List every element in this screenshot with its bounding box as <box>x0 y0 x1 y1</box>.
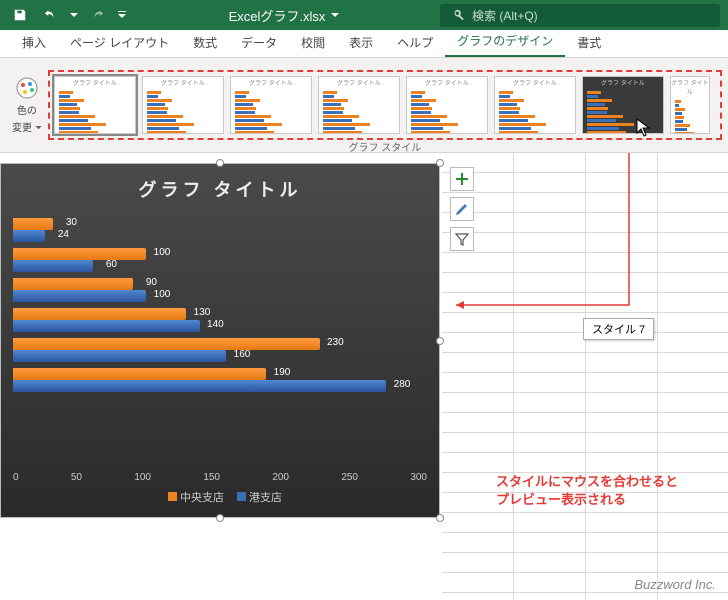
style-tooltip: スタイル 7 <box>583 318 654 340</box>
chart-side-buttons <box>450 167 474 251</box>
tab-data[interactable]: データ <box>229 28 289 57</box>
chart-styles-gallery: グラフ タイトルグラフ タイトルグラフ タイトルグラフ タイトルグラフ タイトル… <box>48 70 722 140</box>
undo-dropdown[interactable] <box>68 3 80 27</box>
undo-button[interactable] <box>38 3 62 27</box>
chart-style-thumb-4[interactable]: グラフ タイトル <box>318 76 400 134</box>
watermark: Buzzword Inc. <box>634 577 716 592</box>
bar-中央支店-4[interactable]: 230 <box>13 338 320 350</box>
redo-button[interactable] <box>86 3 110 27</box>
bar-港支店-2[interactable]: 100 <box>13 290 146 302</box>
search-icon <box>452 8 466 22</box>
tab-chart-design[interactable]: グラフのデザイン <box>445 26 565 57</box>
filename: Excelグラフ.xlsx <box>229 6 326 25</box>
mouse-cursor <box>636 118 652 138</box>
quick-access-toolbar <box>0 3 136 27</box>
chart-body: グラフ タイトル 3024100609010013014023016019028… <box>1 164 439 517</box>
bar-中央支店-5[interactable]: 190 <box>13 368 266 380</box>
bar-中央支店-0[interactable]: 30 <box>13 218 53 230</box>
chart-style-thumb-1[interactable]: グラフ タイトル <box>54 76 136 134</box>
legend-swatch-minato <box>237 492 246 501</box>
title-bar: Excelグラフ.xlsx 検索 (Alt+Q) <box>0 0 728 30</box>
ribbon-content: 色の 変更 グラフ タイトルグラフ タイトルグラフ タイトルグラフ タイトルグラ… <box>0 58 728 153</box>
bar-港支店-3[interactable]: 140 <box>13 320 200 332</box>
bar-港支店-1[interactable]: 60 <box>13 260 93 272</box>
legend-swatch-chuo <box>168 492 177 501</box>
chart-filters-button[interactable] <box>450 227 474 251</box>
change-colors-button[interactable]: 色の 変更 <box>6 72 48 138</box>
bar-中央支店-3[interactable]: 130 <box>13 308 186 320</box>
tab-review[interactable]: 校閲 <box>289 28 337 57</box>
bar-港支店-4[interactable]: 160 <box>13 350 226 362</box>
bar-港支店-5[interactable]: 280 <box>13 380 386 392</box>
chart-style-thumb-6[interactable]: グラフ タイトル <box>494 76 576 134</box>
tab-formulas[interactable]: 数式 <box>181 28 229 57</box>
search-placeholder: 検索 (Alt+Q) <box>472 7 538 24</box>
chart-x-axis: 050100150200250300 <box>13 468 427 483</box>
tab-view[interactable]: 表示 <box>337 28 385 57</box>
bar-港支店-0[interactable]: 24 <box>13 230 45 242</box>
chart-elements-button[interactable] <box>450 167 474 191</box>
chart-style-thumb-8[interactable]: グラフ タイトル <box>670 76 710 134</box>
chart-styles-button[interactable] <box>450 197 474 221</box>
chart-legend[interactable]: 中央支店 港支店 <box>13 483 427 505</box>
document-title: Excelグラフ.xlsx <box>136 6 432 25</box>
ribbon-tabs: 挿入 ページ レイアウト 数式 データ 校閲 表示 ヘルプ グラフのデザイン 書… <box>0 30 728 58</box>
chart-plot-area[interactable]: 30241006090100130140230160190280 <box>13 212 427 468</box>
worksheet-area[interactable]: グラフ タイトル 3024100609010013014023016019028… <box>0 153 728 600</box>
chart-title[interactable]: グラフ タイトル <box>13 176 427 202</box>
bar-中央支店-2[interactable]: 90 <box>13 278 133 290</box>
bar-中央支店-1[interactable]: 100 <box>13 248 146 260</box>
chevron-down-icon <box>331 11 339 19</box>
tab-page-layout[interactable]: ページ レイアウト <box>58 28 181 57</box>
tab-help[interactable]: ヘルプ <box>385 28 445 57</box>
palette-icon <box>15 76 39 100</box>
chart-style-thumb-5[interactable]: グラフ タイトル <box>406 76 488 134</box>
chart-style-thumb-3[interactable]: グラフ タイトル <box>230 76 312 134</box>
chart-styles-label: グラフ スタイル <box>349 139 422 154</box>
save-button[interactable] <box>8 3 32 27</box>
chart-style-thumb-2[interactable]: グラフ タイトル <box>142 76 224 134</box>
customize-qat-dropdown[interactable] <box>116 3 128 27</box>
annotation-text: スタイルにマウスを合わせると プレビュー表示される <box>496 473 678 509</box>
tab-insert[interactable]: 挿入 <box>10 28 58 57</box>
tab-format[interactable]: 書式 <box>565 28 613 57</box>
search-box[interactable]: 検索 (Alt+Q) <box>440 4 720 27</box>
embedded-chart[interactable]: グラフ タイトル 3024100609010013014023016019028… <box>0 163 440 518</box>
